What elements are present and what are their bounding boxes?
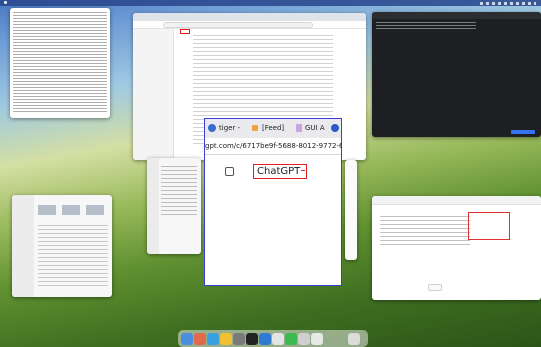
settings-dock-icon[interactable] xyxy=(233,333,245,345)
terminal-bottom-buttons[interactable] xyxy=(511,130,535,134)
terminal-text xyxy=(376,22,476,30)
code-lines xyxy=(13,12,107,114)
terminal-titlebar xyxy=(372,12,541,19)
address-bar[interactable] xyxy=(163,22,313,28)
zoom-divider xyxy=(205,154,341,155)
document-toolbar xyxy=(372,196,541,205)
browser-tabbar xyxy=(133,13,366,21)
zoom-tab-1[interactable]: tiger - xyxy=(219,124,240,132)
zoom-callout: tiger - [Feed] GUI A gpt.com/c/6717be9f-… xyxy=(204,118,342,286)
apple-menu-icon[interactable] xyxy=(4,1,7,4)
wechat-dock-icon[interactable] xyxy=(285,333,297,345)
notes-dock-icon[interactable] xyxy=(272,333,284,345)
document-table xyxy=(468,212,510,240)
chevron-down-icon[interactable] xyxy=(301,170,305,171)
finder-dock-icon[interactable] xyxy=(181,333,193,345)
chatgpt-title[interactable]: ChatGPT xyxy=(257,166,300,178)
document-text xyxy=(380,216,470,246)
code-editor-window[interactable] xyxy=(10,8,110,118)
zoom-tab-2[interactable]: [Feed] xyxy=(262,124,284,132)
edit-icon[interactable] xyxy=(225,167,234,176)
files-sidebar xyxy=(12,195,34,297)
files-list xyxy=(38,225,108,289)
files-thumbs xyxy=(38,205,108,215)
terminal-window[interactable] xyxy=(372,12,541,137)
chrome-dock-icon[interactable] xyxy=(220,333,232,345)
document-bottom-bar xyxy=(428,284,442,291)
finder-window[interactable] xyxy=(147,158,201,254)
launchpad-dock-icon[interactable] xyxy=(194,333,206,345)
safari-dock-icon[interactable] xyxy=(207,333,219,345)
small-panel-window[interactable] xyxy=(345,160,357,260)
zoom-address[interactable]: gpt.com/c/6717be9f-5688-8012-9772-6192 xyxy=(205,141,342,151)
document-window[interactable] xyxy=(372,196,541,300)
terminal-dock-icon[interactable] xyxy=(246,333,258,345)
zoom-tab-icon-4 xyxy=(331,124,339,132)
chat-sidebar xyxy=(133,29,174,160)
zoom-tab-icon-2 xyxy=(252,125,258,131)
docs-dock-icon[interactable] xyxy=(311,333,323,345)
vscode-dock-icon[interactable] xyxy=(259,333,271,345)
menu-bar xyxy=(0,0,541,6)
finder-sidebar xyxy=(147,158,159,254)
status-icons[interactable] xyxy=(480,1,536,5)
zoom-tab-icon-3 xyxy=(296,124,302,132)
trash-dock-icon[interactable] xyxy=(348,333,360,345)
zoom-tabbar: tiger - [Feed] GUI A xyxy=(205,119,341,138)
files-dock-icon[interactable] xyxy=(298,333,310,345)
finder-list xyxy=(161,166,197,216)
zoom-tab-icon-1 xyxy=(208,124,216,132)
highlight-box-small xyxy=(180,29,190,34)
zoom-tab-3[interactable]: GUI A xyxy=(305,124,325,132)
files-window[interactable] xyxy=(12,195,112,297)
